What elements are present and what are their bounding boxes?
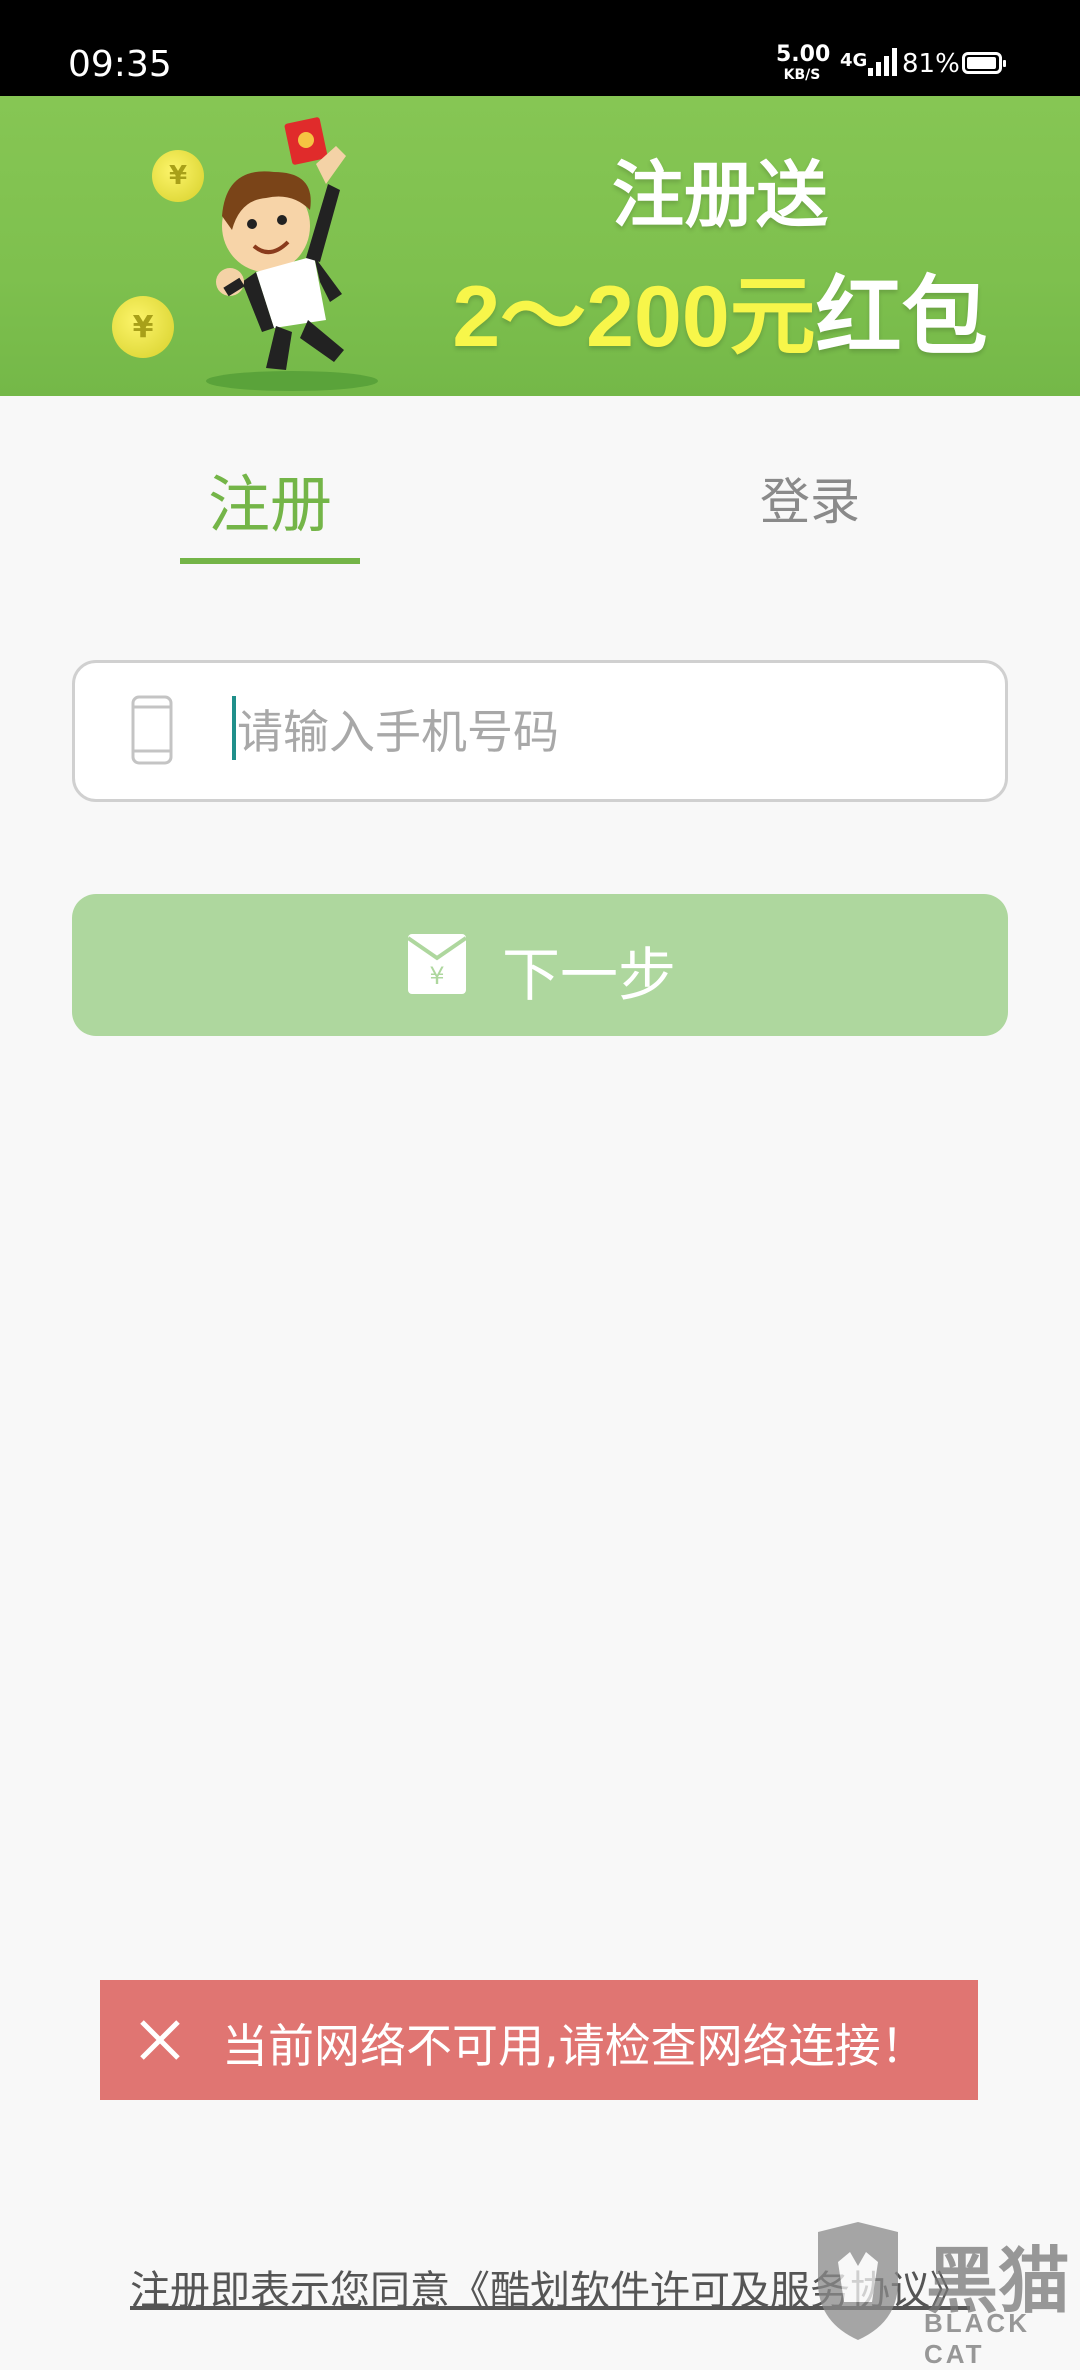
watermark-subtext: BLACK CAT — [924, 2308, 1030, 2369]
phone-input[interactable] — [235, 683, 979, 781]
phone-field[interactable] — [72, 660, 1008, 802]
black-cat-logo-icon — [818, 2222, 898, 2340]
network-speed-unit: KB/S — [783, 67, 821, 83]
next-button[interactable]: ¥ 下一步 — [72, 894, 1008, 1036]
red-envelope-icon: ¥ — [408, 934, 466, 994]
text-caret — [232, 696, 236, 760]
network-speed: 5.00 KB/S — [776, 42, 831, 83]
mobile-phone-icon — [131, 695, 173, 765]
network-error-toast: 当前网络不可用,请检查网络连接！ — [100, 1980, 978, 2100]
battery-icon — [962, 52, 1006, 74]
banner-promo-amount: 2～200元 — [452, 269, 816, 365]
status-bar: 09:35 5.00 KB/S 4G 81% — [0, 0, 1080, 96]
auth-tabs: 注册 登录 — [0, 396, 1080, 576]
banner-promo-suffix: 红包 — [815, 269, 988, 365]
promo-banner[interactable]: ¥ ¥ 注册送 2～200元红包 — [0, 96, 1080, 396]
banner-promo: 2～200元红包 — [400, 246, 1040, 371]
tab-register[interactable]: 注册 — [180, 454, 360, 544]
tab-active-indicator — [180, 558, 360, 564]
network-speed-value: 5.00 — [776, 42, 831, 67]
status-time: 09:35 — [68, 44, 172, 85]
network-type: 4G — [840, 50, 868, 71]
banner-title: 注册送 — [611, 156, 828, 236]
battery-percent: 81% — [902, 49, 960, 79]
signal-icon — [868, 48, 898, 76]
next-button-label: 下一步 — [502, 941, 677, 1009]
watermark: 黑猫 BLACK CAT — [808, 2222, 1080, 2369]
coin-icon: ¥ — [112, 296, 174, 358]
toast-message: 当前网络不可用,请检查网络连接！ — [222, 2019, 927, 2073]
tab-login[interactable]: 登录 — [730, 462, 890, 534]
svg-text:¥: ¥ — [429, 962, 444, 990]
cartoon-character-illustration — [206, 117, 378, 391]
close-icon[interactable] — [138, 2018, 182, 2062]
